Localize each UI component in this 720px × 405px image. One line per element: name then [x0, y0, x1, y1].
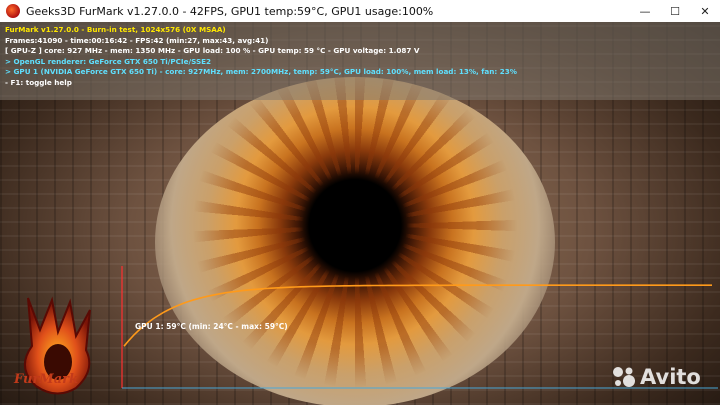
- avito-wordmark: Avito: [640, 365, 701, 389]
- window-controls: — ☐ ✕: [630, 0, 720, 22]
- close-button[interactable]: ✕: [690, 0, 720, 22]
- gpu-temp-graph-label: GPU 1: 59°C (min: 24°C - max: 59°C): [135, 322, 288, 331]
- overlay-help-line: - F1: toggle help: [5, 77, 72, 87]
- overlay-renderer-line: > OpenGL renderer: GeForce GTX 650 Ti/PC…: [5, 56, 212, 66]
- avito-watermark: Avito: [612, 365, 701, 389]
- avito-dots-icon: [613, 367, 635, 387]
- furmark-app-icon: [6, 4, 20, 18]
- overlay-gpu1-line: > GPU 1 (NVIDIA GeForce GTX 650 Ti) - co…: [5, 67, 517, 77]
- furmark-logo-text: FurMark: [14, 372, 78, 387]
- maximize-button[interactable]: ☐: [660, 0, 690, 22]
- render-viewport[interactable]: FurMark v1.27.0.0 - Burn-in test, 1024x5…: [0, 22, 720, 405]
- info-overlay: FurMark v1.27.0.0 - Burn-in test, 1024x5…: [0, 22, 720, 100]
- overlay-title-line: FurMark v1.27.0.0 - Burn-in test, 1024x5…: [5, 25, 226, 34]
- overlay-gpuz-line: [ GPU-Z ] core: 927 MHz - mem: 1350 MHz …: [5, 46, 420, 56]
- minimize-button[interactable]: —: [630, 0, 660, 22]
- temperature-curve: [123, 284, 712, 347]
- overlay-frames-line: Frames:41090 - time:00:16:42 - FPS:42 (m…: [5, 35, 269, 45]
- title-bar: Geeks3D FurMark v1.27.0.0 - 42FPS, GPU1 …: [0, 0, 720, 22]
- window-title: Geeks3D FurMark v1.27.0.0 - 42FPS, GPU1 …: [26, 4, 434, 18]
